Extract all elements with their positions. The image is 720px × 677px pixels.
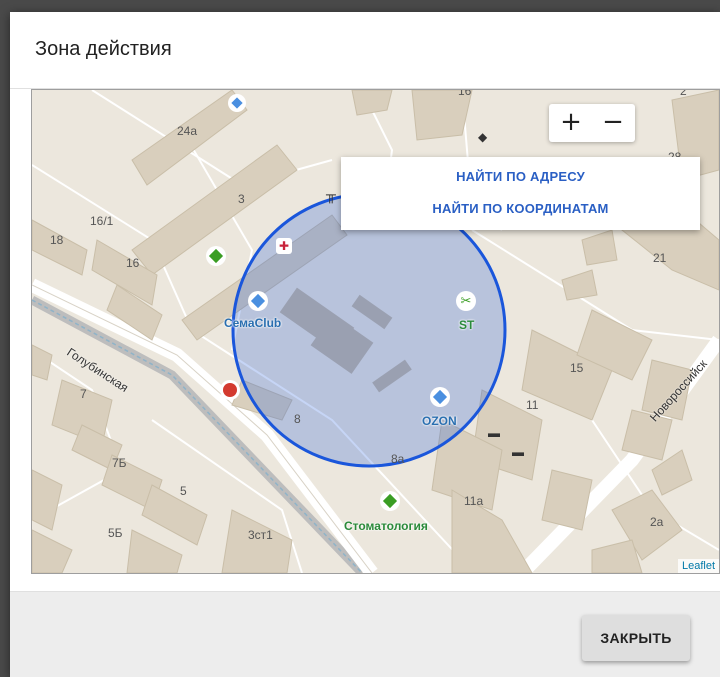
poi-label: Стоматология — [344, 519, 428, 533]
house-number: 16 — [126, 256, 140, 270]
house-number: 16 — [458, 89, 472, 98]
house-number: 5Б — [108, 526, 123, 540]
house-number: 11 — [526, 398, 539, 412]
house-number: 18 — [50, 233, 64, 247]
house-number: 2 — [680, 89, 687, 98]
pharmacy-marker-icon[interactable]: ✚ — [276, 238, 292, 254]
medical-marker-icon[interactable] — [220, 380, 240, 400]
scissors-marker-icon[interactable]: ✂ — [456, 291, 476, 311]
house-number: 3ст1 — [248, 528, 273, 542]
fountain-marker-icon: ╥ — [326, 186, 336, 202]
zone-dialog: Зона действия 24а 3 16/1 18 16 21 15 11 … — [10, 12, 720, 677]
house-number: 11а — [464, 494, 484, 508]
house-number: 8 — [294, 412, 301, 426]
dialog-title: Зона действия — [35, 38, 172, 60]
close-button[interactable]: ЗАКРЫТЬ — [582, 615, 690, 661]
semaclub-marker-icon[interactable] — [248, 291, 268, 311]
find-menu: НАЙТИ ПО АДРЕСУ НАЙТИ ПО КООРДИНАТАМ — [341, 157, 700, 230]
poi-label: ST — [459, 318, 475, 332]
poi-label: СемаClub — [224, 316, 282, 330]
find-by-coordinates-button[interactable]: НАЙТИ ПО КООРДИНАТАМ — [341, 194, 700, 224]
dialog-header: Зона действия — [10, 12, 720, 88]
bench-icon: ▬ — [512, 445, 524, 459]
house-number: 2а — [650, 515, 664, 529]
place-marker-icon[interactable] — [206, 246, 226, 266]
shop-marker-icon[interactable] — [228, 94, 246, 112]
leaflet-attribution-link[interactable]: Leaflet — [677, 559, 719, 573]
house-number: 3 — [238, 192, 245, 206]
house-number: 8а — [391, 452, 405, 466]
ozon-marker-icon[interactable] — [430, 387, 450, 407]
extinguisher-marker-icon: ◆ — [478, 130, 488, 144]
bench-icon: ▬ — [488, 426, 500, 440]
map-view[interactable]: 24а 3 16/1 18 16 21 15 11 7 8 7Б 5 5Б 3с… — [31, 89, 720, 574]
dentistry-marker-icon[interactable] — [380, 491, 400, 511]
house-number: 7 — [80, 387, 87, 401]
zoom-out-button[interactable]: − — [593, 104, 633, 142]
house-number: 15 — [570, 361, 584, 375]
zoom-in-button[interactable]: + — [551, 104, 591, 142]
house-number: 5 — [180, 484, 187, 498]
house-number: 24а — [177, 124, 198, 138]
find-by-address-button[interactable]: НАЙТИ ПО АДРЕСУ — [341, 162, 700, 192]
house-number: 16/1 — [90, 214, 114, 228]
house-number: 21 — [653, 251, 667, 265]
dialog-footer: ЗАКРЫТЬ — [10, 592, 720, 677]
zoom-control: + − — [549, 104, 635, 142]
house-number: 7Б — [112, 456, 127, 470]
poi-label: OZON — [422, 414, 457, 428]
